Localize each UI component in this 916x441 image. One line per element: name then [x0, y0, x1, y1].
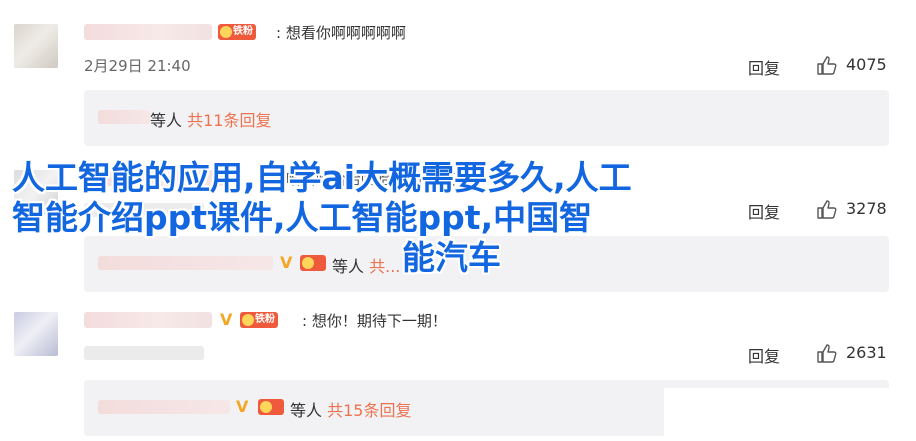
user-avatar[interactable]: [14, 24, 58, 68]
comment-timestamp: 2月29日 21:40: [84, 57, 191, 75]
fan-badge-icon: 铁粉: [240, 312, 278, 328]
timestamp-blurred: [84, 346, 204, 360]
username-blurred[interactable]: [84, 312, 212, 328]
like-count: 3278: [846, 199, 887, 218]
reply-summary-box[interactable]: 等人 共11条回复: [84, 90, 889, 146]
reply-summary[interactable]: 等人 共15条回复: [290, 397, 411, 421]
reply-button[interactable]: 回复: [748, 55, 780, 79]
comment-text: : 想你！期待下一期！: [302, 312, 447, 330]
reply-count-link[interactable]: 共15条回复: [327, 401, 411, 420]
reply-button[interactable]: 回复: [748, 343, 780, 367]
username-blurred[interactable]: [84, 24, 212, 40]
user-avatar[interactable]: [14, 312, 58, 356]
blank-area: [664, 388, 916, 441]
overlay-title: 人工智能的应用,自学ai大概需要多久,人工 智能介绍ppt课件,人工智能ppt,…: [12, 158, 812, 278]
thumbs-up-icon[interactable]: [816, 55, 838, 75]
fan-badge-icon: [258, 399, 284, 415]
reply-summary[interactable]: 等人 共11条回复: [150, 107, 271, 131]
comment-text: : 想看你啊啊啊啊啊: [276, 24, 406, 42]
reply-count-link[interactable]: 共11条回复: [187, 111, 271, 130]
reply-user-blurred: [98, 110, 150, 124]
overlay-line-2: 智能介绍ppt课件,人工智能ppt,中国智: [12, 198, 593, 237]
fan-badge-icon: 铁粉: [218, 24, 256, 40]
v-badge-icon: V: [220, 310, 233, 329]
like-count: 2631: [846, 343, 887, 362]
like-count: 4075: [846, 55, 887, 74]
v-badge-icon: V: [236, 397, 249, 416]
thumbs-up-icon[interactable]: [816, 199, 838, 219]
overlay-line-1: 人工智能的应用,自学ai大概需要多久,人工: [12, 158, 632, 197]
thumbs-up-icon[interactable]: [816, 343, 838, 363]
reply-user-blurred: [98, 400, 230, 414]
overlay-line-3: 能汽车: [402, 238, 501, 277]
